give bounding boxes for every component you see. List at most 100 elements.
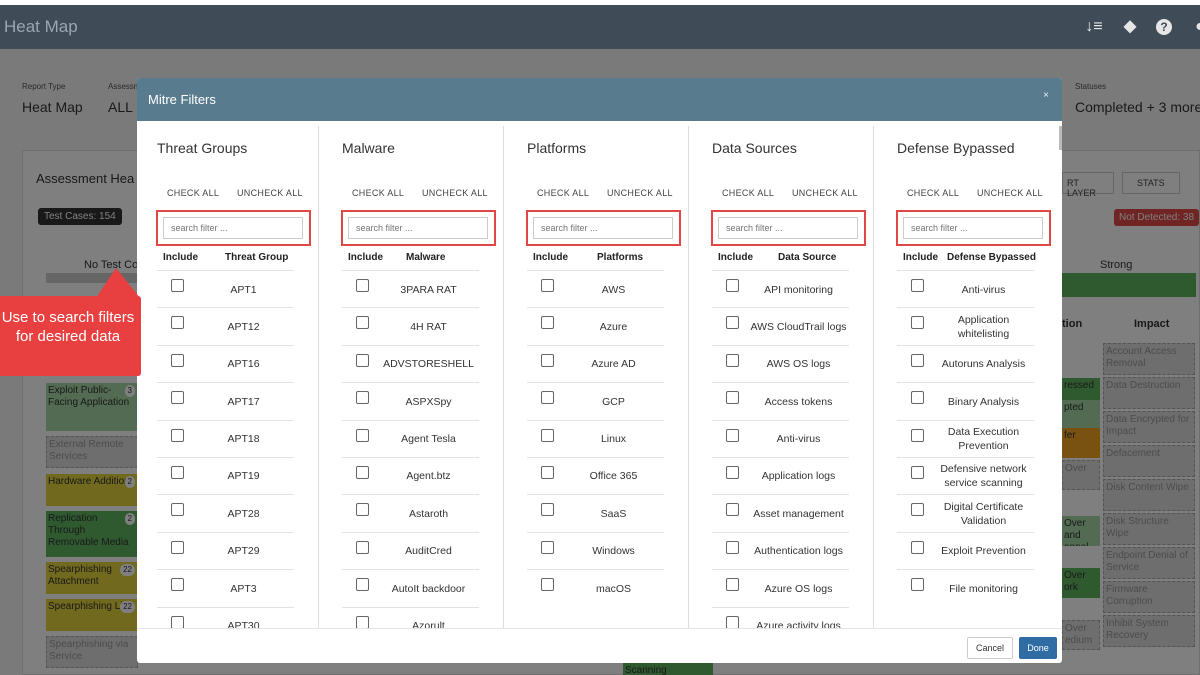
include-header: Include bbox=[903, 252, 939, 263]
include-checkbox[interactable] bbox=[541, 391, 554, 405]
filter-row: ASPXSpy bbox=[342, 382, 479, 419]
filter-item-label: APT3 bbox=[230, 582, 257, 595]
filter-row: Azure bbox=[527, 307, 664, 344]
include-checkbox[interactable] bbox=[726, 503, 739, 517]
filter-item-label: APT19 bbox=[227, 470, 260, 483]
include-checkbox[interactable] bbox=[541, 465, 554, 479]
include-checkbox[interactable] bbox=[171, 503, 184, 517]
filter-row: Azure AD bbox=[527, 344, 664, 382]
filter-row: APT29 bbox=[157, 531, 294, 569]
filter-item-label: macOS bbox=[595, 582, 631, 595]
include-checkbox[interactable] bbox=[356, 465, 369, 479]
include-checkbox[interactable] bbox=[726, 465, 739, 479]
include-checkbox[interactable] bbox=[726, 615, 739, 628]
include-checkbox[interactable] bbox=[541, 503, 554, 517]
include-checkbox[interactable] bbox=[541, 316, 554, 330]
uncheck-all-button[interactable]: UNCHECK ALL bbox=[792, 188, 858, 198]
include-checkbox[interactable] bbox=[911, 391, 924, 405]
filter-row: APT16 bbox=[157, 344, 294, 382]
column-header: Malware bbox=[406, 252, 446, 263]
filter-column-title: Malware bbox=[342, 140, 395, 156]
cancel-button[interactable]: Cancel bbox=[967, 637, 1013, 659]
include-checkbox[interactable] bbox=[911, 353, 924, 367]
sort-icon[interactable]: ↓≡ bbox=[1084, 17, 1104, 37]
highlight-box bbox=[711, 210, 866, 246]
done-button[interactable]: Done bbox=[1019, 637, 1057, 659]
filter-item-label: AuditCred bbox=[405, 545, 452, 558]
user-icon[interactable]: ● bbox=[1190, 17, 1200, 37]
filter-row: APT1 bbox=[157, 270, 294, 307]
include-checkbox[interactable] bbox=[356, 316, 369, 330]
include-checkbox[interactable] bbox=[726, 428, 739, 442]
include-checkbox[interactable] bbox=[171, 615, 184, 628]
filter-row: Application logs bbox=[712, 456, 849, 494]
include-checkbox[interactable] bbox=[171, 391, 184, 405]
include-checkbox[interactable] bbox=[356, 391, 369, 405]
callout-text: Use to search filters for desired data bbox=[1, 309, 135, 345]
callout-pointer bbox=[96, 268, 140, 298]
filter-row: AWS bbox=[527, 270, 664, 307]
include-checkbox[interactable] bbox=[726, 279, 739, 292]
include-checkbox[interactable] bbox=[356, 279, 369, 292]
include-checkbox[interactable] bbox=[171, 353, 184, 367]
include-checkbox[interactable] bbox=[356, 578, 369, 592]
close-icon[interactable]: × bbox=[1043, 90, 1049, 101]
include-checkbox[interactable] bbox=[911, 540, 924, 554]
include-checkbox[interactable] bbox=[541, 353, 554, 367]
include-checkbox[interactable] bbox=[356, 428, 369, 442]
include-checkbox[interactable] bbox=[171, 465, 184, 479]
uncheck-all-button[interactable]: UNCHECK ALL bbox=[237, 188, 303, 198]
include-checkbox[interactable] bbox=[171, 279, 184, 292]
help-icon[interactable]: ? bbox=[1156, 19, 1172, 35]
include-checkbox[interactable] bbox=[911, 465, 924, 479]
filter-row: Asset management bbox=[712, 494, 849, 531]
include-checkbox[interactable] bbox=[911, 316, 924, 330]
include-header: Include bbox=[533, 252, 569, 263]
include-checkbox[interactable] bbox=[726, 391, 739, 405]
include-checkbox[interactable] bbox=[356, 615, 369, 628]
filter-item-label: Azure bbox=[599, 320, 628, 333]
modal-scrollbar[interactable] bbox=[1059, 126, 1062, 150]
filter-column: Malware CHECK ALL UNCHECK ALL Include Malwar… bbox=[326, 126, 504, 628]
check-all-button[interactable]: CHECK ALL bbox=[352, 188, 404, 198]
check-all-button[interactable]: CHECK ALL bbox=[722, 188, 774, 198]
filter-item-label: Anti-virus bbox=[776, 433, 821, 446]
include-checkbox[interactable] bbox=[911, 279, 924, 292]
include-checkbox[interactable] bbox=[911, 503, 924, 517]
include-checkbox[interactable] bbox=[911, 428, 924, 442]
filter-column: Data Sources CHECK ALL UNCHECK ALL Include D… bbox=[696, 126, 874, 628]
uncheck-all-button[interactable]: UNCHECK ALL bbox=[977, 188, 1043, 198]
include-checkbox[interactable] bbox=[171, 540, 184, 554]
filter-item-label: 4H RAT bbox=[410, 320, 447, 333]
filter-item-label: APT1 bbox=[230, 283, 257, 296]
modal-title: Mitre Filters bbox=[148, 92, 216, 107]
check-all-button[interactable]: CHECK ALL bbox=[537, 188, 589, 198]
include-checkbox[interactable] bbox=[541, 540, 554, 554]
filter-row: GCP bbox=[527, 382, 664, 419]
tags-icon[interactable]: ◆ bbox=[1120, 17, 1140, 37]
include-checkbox[interactable] bbox=[541, 578, 554, 592]
filter-row: APT3 bbox=[157, 569, 294, 606]
include-checkbox[interactable] bbox=[726, 540, 739, 554]
include-checkbox[interactable] bbox=[726, 316, 739, 330]
include-checkbox[interactable] bbox=[356, 353, 369, 367]
check-all-button[interactable]: CHECK ALL bbox=[907, 188, 959, 198]
filter-item-label: File monitoring bbox=[949, 582, 1018, 595]
uncheck-all-button[interactable]: UNCHECK ALL bbox=[607, 188, 673, 198]
include-checkbox[interactable] bbox=[726, 353, 739, 367]
filter-list: 3PARA RAT 4H RAT ADVSTORESHELL ASPXSpy Agent… bbox=[342, 270, 479, 628]
filter-row: Azure OS logs bbox=[712, 569, 849, 606]
include-checkbox[interactable] bbox=[171, 428, 184, 442]
include-checkbox[interactable] bbox=[171, 578, 184, 592]
include-checkbox[interactable] bbox=[356, 540, 369, 554]
include-checkbox[interactable] bbox=[171, 316, 184, 330]
include-checkbox[interactable] bbox=[356, 503, 369, 517]
include-checkbox[interactable] bbox=[541, 428, 554, 442]
filter-list: Anti-virus Application whitelisting Autoru… bbox=[897, 270, 1034, 607]
check-all-button[interactable]: CHECK ALL bbox=[167, 188, 219, 198]
include-checkbox[interactable] bbox=[726, 578, 739, 592]
uncheck-all-button[interactable]: UNCHECK ALL bbox=[422, 188, 488, 198]
include-checkbox[interactable] bbox=[541, 279, 554, 292]
include-checkbox[interactable] bbox=[911, 578, 924, 592]
filter-column-title: Defense Bypassed bbox=[897, 140, 1015, 156]
